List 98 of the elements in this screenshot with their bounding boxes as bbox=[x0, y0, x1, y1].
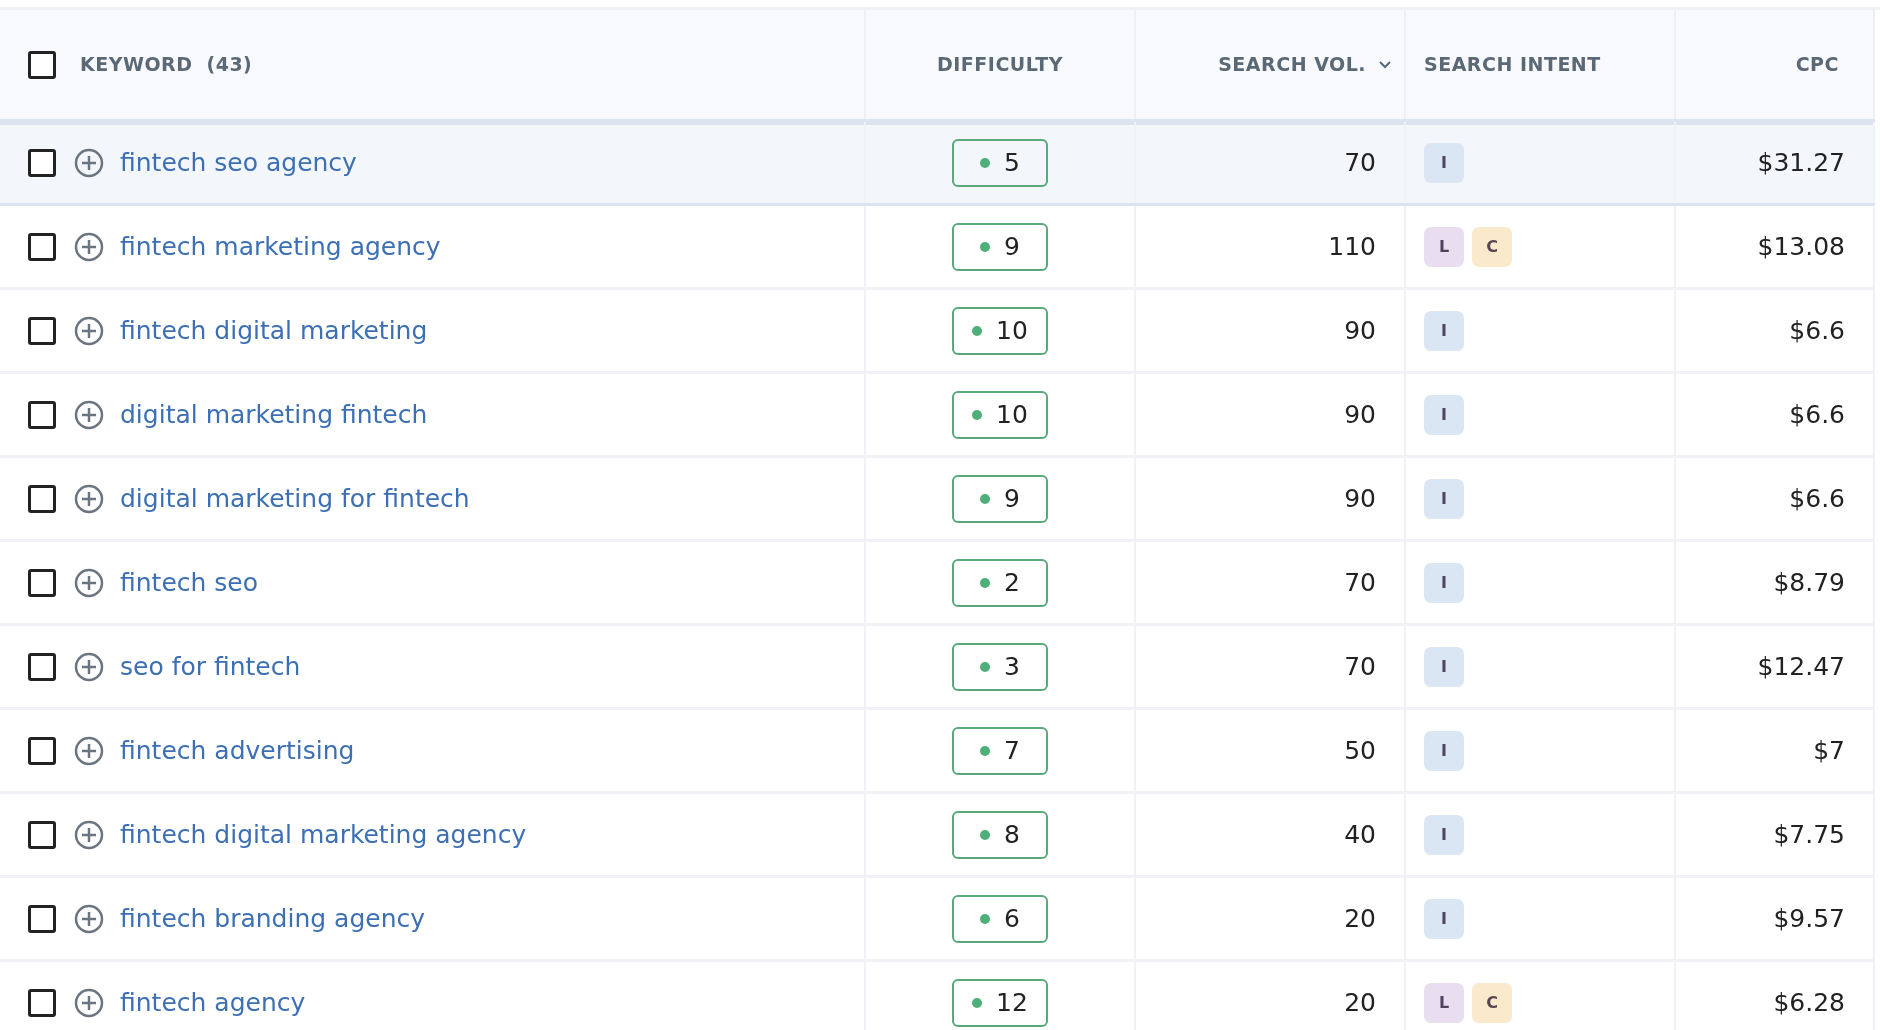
keyword-link[interactable]: fintech marketing agency bbox=[120, 227, 441, 266]
table-row[interactable]: fintech advertising 7 50 I $7 bbox=[0, 710, 1875, 794]
keyword-link[interactable]: digital marketing fintech bbox=[120, 395, 428, 434]
add-icon[interactable] bbox=[74, 567, 104, 598]
keyword-link[interactable]: fintech seo agency bbox=[120, 143, 357, 182]
search-volume: 90 bbox=[1344, 314, 1376, 347]
keyword-link[interactable]: fintech advertising bbox=[120, 731, 355, 770]
row-checkbox[interactable] bbox=[28, 232, 56, 261]
search-volume: 70 bbox=[1344, 146, 1376, 179]
cpc-value: $31.27 bbox=[1757, 146, 1845, 179]
keyword-link[interactable]: fintech digital marketing bbox=[120, 311, 428, 350]
table-row[interactable]: fintech digital marketing 10 90 I $6.6 bbox=[0, 290, 1875, 374]
keyword-count: (43) bbox=[206, 52, 253, 78]
add-icon[interactable] bbox=[74, 231, 104, 262]
keyword-link[interactable]: fintech seo bbox=[120, 563, 258, 602]
cpc-value: $12.47 bbox=[1757, 650, 1845, 683]
difficulty-badge: 9 bbox=[952, 222, 1048, 271]
row-checkbox[interactable] bbox=[28, 652, 56, 681]
intent-badge: L bbox=[1424, 982, 1464, 1023]
row-checkbox[interactable] bbox=[28, 484, 56, 513]
table-row[interactable]: digital marketing for fintech 9 90 I $6.6 bbox=[0, 458, 1875, 542]
difficulty-badge: 10 bbox=[952, 390, 1048, 439]
intent-badge: I bbox=[1424, 478, 1464, 519]
difficulty-badge: 3 bbox=[952, 642, 1048, 691]
table-row[interactable]: fintech digital marketing agency 8 40 I $7.75 bbox=[0, 794, 1875, 878]
difficulty-badge: 5 bbox=[952, 138, 1048, 187]
intent-badge: I bbox=[1424, 730, 1464, 771]
intent-badge: I bbox=[1424, 142, 1464, 183]
keyword-link[interactable]: digital marketing for fintech bbox=[120, 479, 470, 518]
select-all-checkbox[interactable] bbox=[28, 50, 56, 79]
add-icon[interactable] bbox=[74, 651, 104, 682]
sort-caret-icon[interactable] bbox=[1378, 59, 1392, 70]
column-header[interactable]: DIFFICULTY bbox=[937, 50, 1063, 79]
table-row[interactable]: fintech seo agency 5 70 I $31.27 bbox=[0, 122, 1875, 206]
intent-badge: C bbox=[1472, 982, 1512, 1023]
column-header[interactable]: CPC bbox=[1795, 50, 1839, 79]
intent-badge: I bbox=[1424, 562, 1464, 603]
search-volume: 40 bbox=[1344, 818, 1376, 851]
cpc-value: $6.6 bbox=[1789, 482, 1845, 515]
search-volume: 50 bbox=[1344, 734, 1376, 767]
row-checkbox[interactable] bbox=[28, 400, 56, 429]
intent-badge: I bbox=[1424, 394, 1464, 435]
add-icon[interactable] bbox=[74, 315, 104, 346]
add-icon[interactable] bbox=[74, 147, 104, 178]
keyword-link[interactable]: seo for fintech bbox=[120, 647, 301, 686]
search-volume: 90 bbox=[1344, 398, 1376, 431]
column-header: KEYWORD bbox=[80, 52, 193, 78]
cpc-value: $6.6 bbox=[1789, 314, 1845, 347]
cpc-value: $13.08 bbox=[1757, 230, 1845, 263]
search-volume: 70 bbox=[1344, 566, 1376, 599]
row-checkbox[interactable] bbox=[28, 148, 56, 177]
keyword-link[interactable]: fintech agency bbox=[120, 983, 306, 1022]
cpc-value: $8.79 bbox=[1773, 566, 1845, 599]
search-volume: 20 bbox=[1344, 902, 1376, 935]
cpc-value: $7.75 bbox=[1773, 818, 1845, 851]
cpc-value: $9.57 bbox=[1773, 902, 1845, 935]
difficulty-badge: 6 bbox=[952, 894, 1048, 943]
search-volume: 20 bbox=[1344, 986, 1376, 1019]
intent-badge: C bbox=[1472, 226, 1512, 267]
difficulty-badge: 12 bbox=[952, 978, 1048, 1027]
cpc-value: $6.28 bbox=[1773, 986, 1845, 1019]
difficulty-badge: 8 bbox=[952, 810, 1048, 859]
add-icon[interactable] bbox=[74, 735, 104, 766]
row-checkbox[interactable] bbox=[28, 988, 56, 1017]
keyword-link[interactable]: fintech digital marketing agency bbox=[120, 815, 527, 854]
cpc-value: $6.6 bbox=[1789, 398, 1845, 431]
add-icon[interactable] bbox=[74, 903, 104, 934]
keyword-link[interactable]: fintech branding agency bbox=[120, 899, 426, 938]
add-icon[interactable] bbox=[74, 399, 104, 430]
row-checkbox[interactable] bbox=[28, 316, 56, 345]
row-checkbox[interactable] bbox=[28, 904, 56, 933]
difficulty-badge: 9 bbox=[952, 474, 1048, 523]
column-header[interactable]: SEARCH VOL. bbox=[1218, 50, 1366, 79]
difficulty-badge: 7 bbox=[952, 726, 1048, 775]
table-row[interactable]: fintech branding agency 6 20 I $9.57 bbox=[0, 878, 1875, 962]
difficulty-badge: 10 bbox=[952, 306, 1048, 355]
intent-badge: I bbox=[1424, 814, 1464, 855]
intent-badge: I bbox=[1424, 310, 1464, 351]
intent-badge: I bbox=[1424, 898, 1464, 939]
table-row[interactable]: fintech marketing agency 9 110 L C $13.08 bbox=[0, 206, 1875, 290]
table-row[interactable]: fintech agency 12 20 L C $6.28 bbox=[0, 962, 1875, 1030]
table-row[interactable]: digital marketing fintech 10 90 I $6.6 bbox=[0, 374, 1875, 458]
intent-badge: L bbox=[1424, 226, 1464, 267]
difficulty-badge: 2 bbox=[952, 558, 1048, 607]
intent-badge: I bbox=[1424, 646, 1464, 687]
row-checkbox[interactable] bbox=[28, 820, 56, 849]
row-checkbox[interactable] bbox=[28, 568, 56, 597]
add-icon[interactable] bbox=[74, 987, 104, 1018]
table-row[interactable]: seo for fintech 3 70 I $12.47 bbox=[0, 626, 1875, 710]
row-checkbox[interactable] bbox=[28, 736, 56, 765]
add-icon[interactable] bbox=[74, 819, 104, 850]
search-volume: 110 bbox=[1328, 230, 1376, 263]
search-volume: 70 bbox=[1344, 650, 1376, 683]
add-icon[interactable] bbox=[74, 483, 104, 514]
column-header[interactable]: SEARCH INTENT bbox=[1424, 50, 1601, 79]
search-volume: 90 bbox=[1344, 482, 1376, 515]
table-row[interactable]: fintech seo 2 70 I $8.79 bbox=[0, 542, 1875, 626]
cpc-value: $7 bbox=[1813, 734, 1845, 767]
